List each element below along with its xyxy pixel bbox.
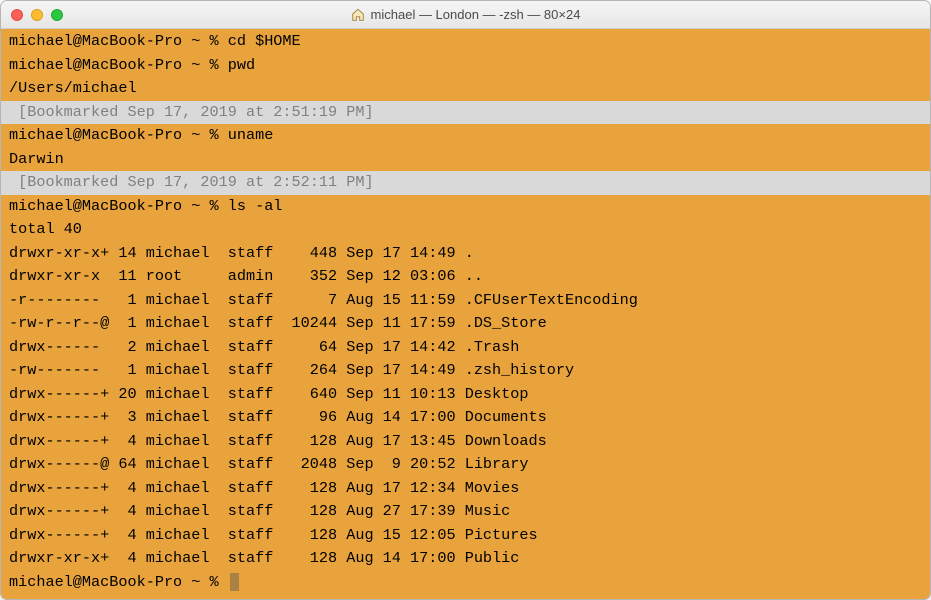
window-title: michael — London — -zsh — 80×24 xyxy=(1,7,930,22)
output-line: /Users/michael xyxy=(1,77,930,101)
output-line: drwxr-xr-x+ 14 michael staff 448 Sep 17 … xyxy=(1,242,930,266)
command-line: michael@MacBook-Pro ~ % cd $HOME xyxy=(1,30,930,54)
command-line: michael@MacBook-Pro ~ % ls -al xyxy=(1,195,930,219)
window-title-text: michael — London — -zsh — 80×24 xyxy=(371,7,581,22)
output-line: -r-------- 1 michael staff 7 Aug 15 11:5… xyxy=(1,289,930,313)
home-icon xyxy=(351,8,365,22)
terminal-window: michael — London — -zsh — 80×24 michael@… xyxy=(0,0,931,600)
close-button[interactable] xyxy=(11,9,23,21)
title-bar: michael — London — -zsh — 80×24 xyxy=(1,1,930,29)
cursor xyxy=(230,573,239,591)
output-line: drwx------+ 4 michael staff 128 Aug 27 1… xyxy=(1,500,930,524)
command-line: michael@MacBook-Pro ~ % pwd xyxy=(1,54,930,78)
output-line: -rw-r--r--@ 1 michael staff 10244 Sep 11… xyxy=(1,312,930,336)
maximize-button[interactable] xyxy=(51,9,63,21)
output-line: -rw------- 1 michael staff 264 Sep 17 14… xyxy=(1,359,930,383)
output-line: drwxr-xr-x 11 root admin 352 Sep 12 03:0… xyxy=(1,265,930,289)
output-line: Darwin xyxy=(1,148,930,172)
output-line: drwx------@ 64 michael staff 2048 Sep 9 … xyxy=(1,453,930,477)
command-line: michael@MacBook-Pro ~ % uname xyxy=(1,124,930,148)
bookmark-line: [Bookmarked Sep 17, 2019 at 2:51:19 PM] xyxy=(1,101,930,125)
output-line: total 40 xyxy=(1,218,930,242)
prompt-line[interactable]: michael@MacBook-Pro ~ % xyxy=(1,571,930,595)
output-line: drwxr-xr-x+ 4 michael staff 128 Aug 14 1… xyxy=(1,547,930,571)
output-line: drwx------+ 3 michael staff 96 Aug 14 17… xyxy=(1,406,930,430)
bookmark-line: [Bookmarked Sep 17, 2019 at 2:52:11 PM] xyxy=(1,171,930,195)
output-line: drwx------+ 4 michael staff 128 Aug 17 1… xyxy=(1,477,930,501)
terminal-viewport[interactable]: michael@MacBook-Pro ~ % cd $HOMEmichael@… xyxy=(1,29,930,599)
output-line: drwx------+ 4 michael staff 128 Aug 15 1… xyxy=(1,524,930,548)
output-line: drwx------ 2 michael staff 64 Sep 17 14:… xyxy=(1,336,930,360)
output-line: drwx------+ 20 michael staff 640 Sep 11 … xyxy=(1,383,930,407)
traffic-lights xyxy=(11,9,63,21)
minimize-button[interactable] xyxy=(31,9,43,21)
output-line: drwx------+ 4 michael staff 128 Aug 17 1… xyxy=(1,430,930,454)
